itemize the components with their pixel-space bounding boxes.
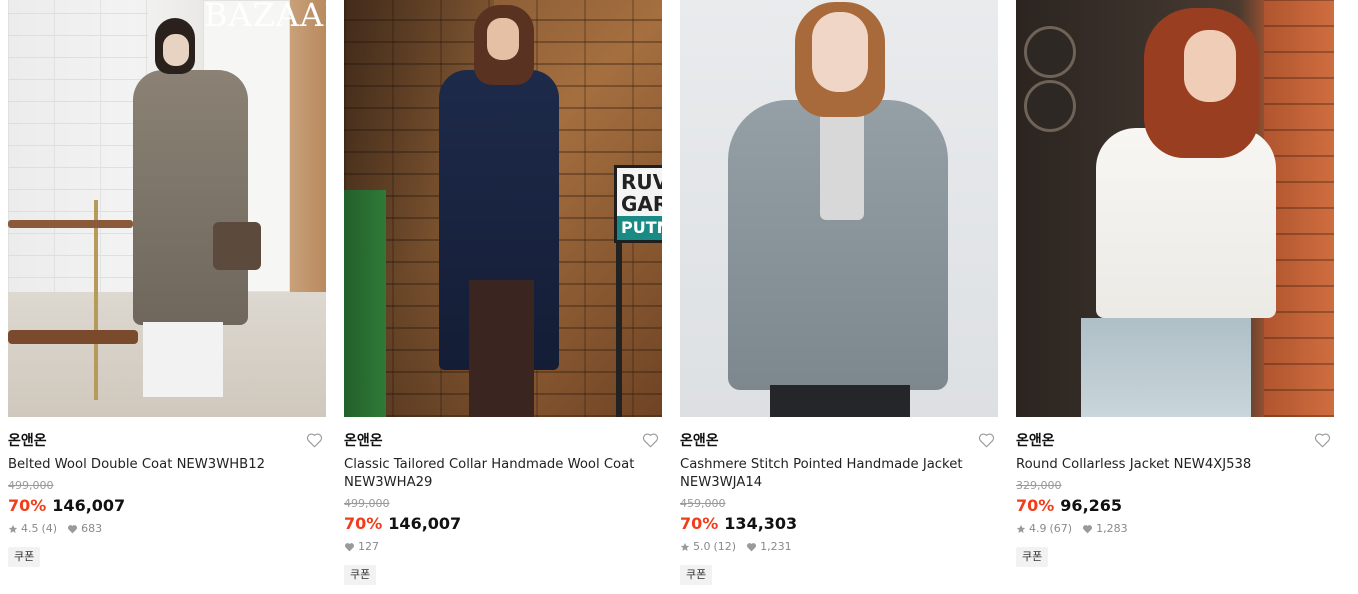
likes: 1,231 [746, 540, 792, 554]
like-count: 1,283 [1096, 522, 1128, 535]
product-title[interactable]: Belted Wool Double Coat NEW3WHB12 [8, 456, 308, 474]
heart-icon [344, 543, 355, 552]
review-count: (4) [41, 522, 58, 535]
product-image[interactable] [680, 0, 998, 417]
product-image[interactable] [1016, 0, 1334, 417]
product-meta: 5.0 (12) 1,231 [680, 540, 998, 554]
review-count: (67) [1049, 522, 1073, 535]
review-count: (12) [713, 540, 737, 553]
product-card[interactable]: 온앤온 Cashmere Stitch Pointed Handmade Jac… [680, 0, 998, 585]
original-price: 329,000 [1016, 479, 1062, 492]
heart-icon [1083, 525, 1093, 534]
star-icon [8, 524, 18, 533]
product-card[interactable]: BAZAAR 온앤온 Belted Wool Double Coat NEW3W… [8, 0, 326, 585]
likes: 1,283 [1082, 522, 1128, 536]
rating-value: 4.9 [1029, 522, 1047, 535]
wishlist-heart-icon[interactable] [642, 432, 660, 450]
rating: 4.9 (67) [1016, 522, 1072, 536]
brand-name[interactable]: 온앤온 [8, 431, 326, 451]
likes: 127 [344, 540, 379, 554]
product-title[interactable]: Cashmere Stitch Pointed Handmade Jacket … [680, 456, 980, 492]
coupon-badge: 쿠폰 [1016, 547, 1049, 567]
brand-name[interactable]: 온앤온 [680, 431, 998, 451]
coupon-badge: 쿠폰 [344, 565, 377, 585]
rating-value: 5.0 [693, 540, 711, 553]
star-icon [680, 542, 690, 551]
product-title[interactable]: Classic Tailored Collar Handmade Wool Co… [344, 456, 644, 492]
rating-value: 4.5 [21, 522, 39, 535]
like-count: 683 [81, 522, 103, 535]
sale-price: 96,265 [1060, 496, 1123, 515]
like-count: 1,231 [760, 540, 792, 553]
product-card[interactable]: RUV GAR PUTN 온앤온 Classic Tailored Collar… [344, 0, 662, 585]
coupon-badge: 쿠폰 [8, 547, 41, 567]
brand-name[interactable]: 온앤온 [1016, 431, 1334, 451]
original-price: 499,000 [8, 479, 54, 492]
heart-icon [68, 525, 78, 534]
heart-icon [747, 543, 757, 552]
star-icon [1016, 524, 1026, 533]
discount-rate: 70% [8, 496, 47, 515]
discount-rate: 70% [1016, 496, 1055, 515]
sale-price: 146,007 [388, 514, 462, 533]
original-price: 499,000 [344, 497, 390, 510]
rating: 4.5 (4) [8, 522, 57, 536]
coupon-badge: 쿠폰 [680, 565, 713, 585]
sale-price: 146,007 [52, 496, 126, 515]
magazine-logo: BAZAAR [204, 0, 326, 34]
brand-name[interactable]: 온앤온 [344, 431, 662, 451]
product-meta: 127 [344, 540, 662, 554]
product-title[interactable]: Round Collarless Jacket NEW4XJ538 [1016, 456, 1316, 474]
original-price: 459,000 [680, 497, 726, 510]
wishlist-heart-icon[interactable] [978, 432, 996, 450]
product-meta: 4.9 (67) 1,283 [1016, 522, 1334, 536]
wishlist-heart-icon[interactable] [306, 432, 324, 450]
product-meta: 4.5 (4) 683 [8, 522, 326, 536]
product-image[interactable]: BAZAAR [8, 0, 326, 417]
sale-price: 134,303 [724, 514, 798, 533]
product-grid: BAZAAR 온앤온 Belted Wool Double Coat NEW3W… [8, 0, 1334, 585]
like-count: 127 [358, 540, 379, 553]
likes: 683 [67, 522, 102, 536]
discount-rate: 70% [344, 514, 383, 533]
product-card[interactable]: 온앤온 Round Collarless Jacket NEW4XJ538 32… [1016, 0, 1334, 585]
rating: 5.0 (12) [680, 540, 736, 554]
wishlist-heart-icon[interactable] [1314, 432, 1332, 450]
product-image[interactable]: RUV GAR PUTN [344, 0, 662, 417]
discount-rate: 70% [680, 514, 719, 533]
street-sign: RUV GAR PUTN [614, 165, 662, 243]
